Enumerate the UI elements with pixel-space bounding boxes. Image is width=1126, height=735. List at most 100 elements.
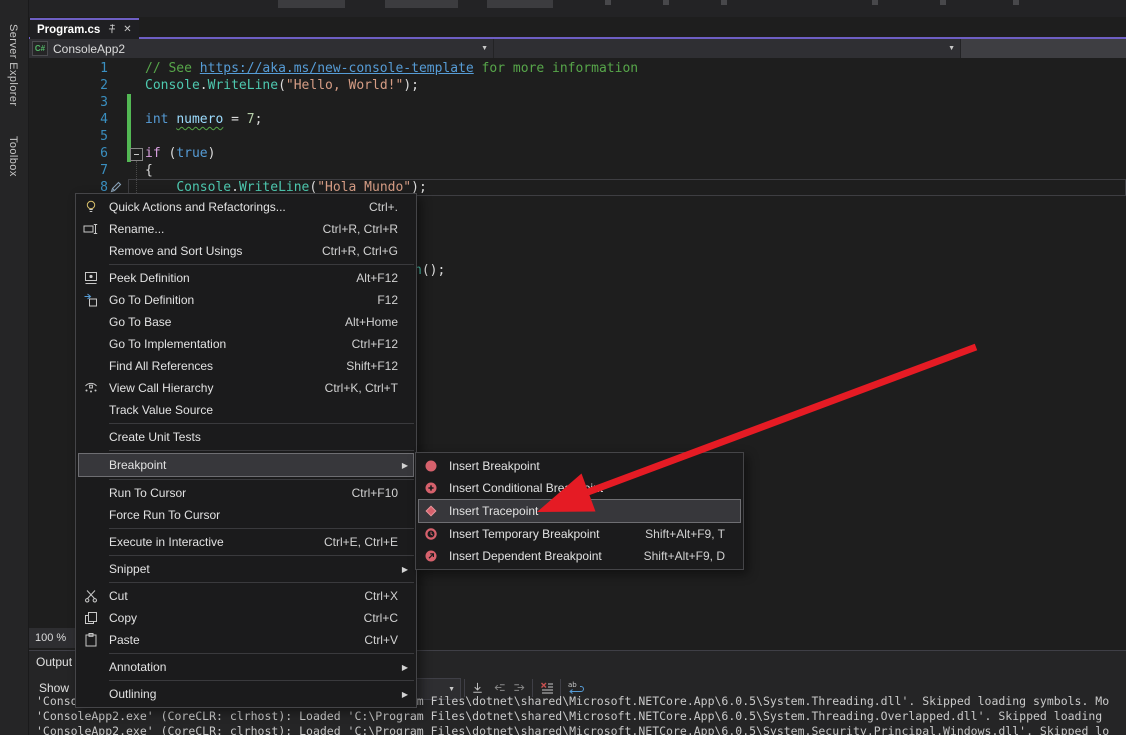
menu-item-label: Insert Temporary Breakpoint — [449, 527, 633, 541]
menu-item-shortcut: Shift+Alt+F9, D — [644, 549, 725, 563]
menu-item-track-value-source[interactable]: Track Value Source — [76, 399, 416, 421]
toolbar-remnant-tick — [872, 0, 878, 5]
pin-icon[interactable] — [106, 23, 117, 37]
svg-text:ab: ab — [568, 681, 577, 689]
menu-item-label: Insert Dependent Breakpoint — [449, 549, 632, 563]
member-dropdown[interactable] — [961, 39, 1126, 58]
menu-item-insert-tracepoint[interactable]: Insert Tracepoint — [418, 499, 741, 523]
navigation-bar: C# ConsoleApp2 ▼ ▼ — [28, 39, 1126, 58]
code-line-6[interactable]: if (true) — [145, 145, 215, 162]
menu-item-label: Paste — [109, 633, 352, 647]
menu-item-copy[interactable]: CopyCtrl+C — [76, 607, 416, 629]
menu-item-label: Go To Definition — [109, 293, 365, 307]
menu-item-label: Execute in Interactive — [109, 535, 312, 549]
menu-item-create-unit-tests[interactable]: Create Unit Tests — [76, 426, 416, 448]
code-line-2[interactable]: Console.WriteLine("Hello, World!"); — [145, 77, 419, 94]
menu-item-breakpoint[interactable]: Breakpoint▶ — [78, 453, 414, 477]
code-line-7[interactable]: { — [145, 162, 153, 179]
menu-item-label: Find All References — [109, 359, 334, 373]
menu-item-execute-in-interactive[interactable]: Execute in InteractiveCtrl+E, Ctrl+E — [76, 531, 416, 553]
menu-item-label: Insert Tracepoint — [449, 504, 713, 518]
paste-icon — [82, 632, 100, 648]
menu-item-label: Go To Implementation — [109, 337, 340, 351]
menu-separator — [109, 680, 414, 681]
menu-separator — [109, 555, 414, 556]
outlining-guide — [136, 161, 137, 193]
submenu-arrow-icon: ▶ — [398, 565, 408, 574]
output-panel-title: Output — [36, 655, 72, 669]
no-icon — [82, 659, 100, 675]
close-icon[interactable]: ✕ — [123, 25, 131, 35]
submenu-arrow-icon: ▶ — [398, 461, 408, 470]
sidebar-item-server-explorer[interactable]: Server Explorer — [7, 24, 19, 106]
output-line: 'ConsoleApp2.exe' (CoreCLR: clrhost): Lo… — [36, 709, 1126, 724]
menu-item-insert-dependent-breakpoint[interactable]: Insert Dependent Breakpoint Shift+Alt+F9,… — [416, 545, 743, 567]
menu-item-snippet[interactable]: Snippet▶ — [76, 558, 416, 580]
menu-item-insert-conditional-breakpoint[interactable]: Insert Conditional Breakpoint — [416, 477, 743, 499]
menu-item-remove-and-sort-usings[interactable]: Remove and Sort UsingsCtrl+R, Ctrl+G — [76, 240, 416, 262]
menu-item-go-to-implementation[interactable]: Go To ImplementationCtrl+F12 — [76, 333, 416, 355]
menu-item-force-run-to-cursor[interactable]: Force Run To Cursor — [76, 504, 416, 526]
submenu-arrow-icon: ▶ — [398, 663, 408, 672]
tracepoint-icon — [422, 503, 440, 519]
menu-item-label: Annotation — [109, 660, 386, 674]
menu-item-shortcut: Ctrl+F10 — [352, 486, 398, 500]
code-line-4[interactable]: int numero = 7; — [145, 111, 262, 128]
menu-item-annotation[interactable]: Annotation ▶ — [76, 656, 416, 678]
breakpoint-icon — [422, 458, 440, 474]
menu-item-label: View Call Hierarchy — [109, 381, 313, 395]
menu-item-insert-breakpoint[interactable]: Insert Breakpoint — [416, 455, 743, 477]
collapse-region-icon[interactable] — [130, 148, 143, 161]
visual-studio-window: Server Explorer Toolbox Program.cs ✕ C# … — [0, 0, 1126, 735]
menu-item-view-call-hierarchy[interactable]: View Call Hierarchy Ctrl+K, Ctrl+T — [76, 377, 416, 399]
menu-item-cut[interactable]: CutCtrl+X — [76, 585, 416, 607]
conditional-breakpoint-icon — [422, 480, 440, 496]
menu-item-go-to-base[interactable]: Go To Base Alt+Home — [76, 311, 416, 333]
dependent-breakpoint-icon — [422, 548, 440, 564]
chevron-down-icon: ▼ — [481, 45, 488, 52]
tab-program-cs[interactable]: Program.cs ✕ — [30, 18, 139, 39]
lightbulb-icon — [82, 199, 100, 215]
toolbar-remnant-box — [385, 0, 458, 8]
menu-item-peek-definition[interactable]: Peek DefinitionAlt+F12 — [76, 267, 416, 289]
menu-item-label: Rename... — [109, 222, 311, 236]
code-line-1[interactable]: // See https://aka.ms/new-console-templa… — [145, 60, 638, 77]
menu-item-shortcut: Ctrl+K, Ctrl+T — [325, 381, 398, 395]
breakpoint-submenu: Insert BreakpointInsert Conditional Brea… — [415, 452, 744, 570]
menu-item-shortcut: Ctrl+. — [369, 200, 398, 214]
no-icon — [82, 314, 100, 330]
menu-item-outlining[interactable]: Outlining▶ — [76, 683, 416, 705]
menu-item-go-to-definition[interactable]: Go To DefinitionF12 — [76, 289, 416, 311]
toolbar-remnant-tick — [663, 0, 669, 5]
go-to-definition-icon — [82, 292, 100, 308]
menu-separator — [109, 264, 414, 265]
menu-item-label: Go To Base — [109, 315, 333, 329]
menu-item-quick-actions-and-refactorings[interactable]: Quick Actions and Refactorings...Ctrl+. — [76, 196, 416, 218]
menu-item-shortcut: Ctrl+R, Ctrl+G — [322, 244, 398, 258]
menu-item-run-to-cursor[interactable]: Run To Cursor Ctrl+F10 — [76, 482, 416, 504]
menu-item-shortcut: Ctrl+X — [364, 589, 398, 603]
menu-item-shortcut: Alt+Home — [345, 315, 398, 329]
type-dropdown[interactable]: ▼ — [494, 39, 961, 58]
menu-item-shortcut: Ctrl+V — [364, 633, 398, 647]
no-icon — [82, 429, 100, 445]
no-icon — [82, 561, 100, 577]
editor-context-menu: Quick Actions and Refactorings...Ctrl+.R… — [75, 193, 417, 708]
cut-icon — [82, 588, 100, 604]
toolbar-remnant-box — [487, 0, 553, 8]
menu-item-paste[interactable]: Paste Ctrl+V — [76, 629, 416, 651]
menu-item-find-all-references[interactable]: Find All ReferencesShift+F12 — [76, 355, 416, 377]
output-line: 'ConsoleApp2.exe' (CoreCLR: clrhost): Lo… — [36, 724, 1126, 735]
project-dropdown[interactable]: C# ConsoleApp2 ▼ — [28, 39, 494, 58]
line-number: 2 — [28, 77, 108, 94]
line-number: 7 — [28, 162, 108, 179]
toolbar-remnant-tick — [605, 0, 611, 5]
menu-item-label: Run To Cursor — [109, 486, 340, 500]
menu-item-rename[interactable]: Rename...Ctrl+R, Ctrl+R — [76, 218, 416, 240]
menu-item-label: Track Value Source — [109, 403, 386, 417]
temporary-breakpoint-icon — [422, 526, 440, 542]
menu-separator — [109, 423, 414, 424]
toolbar-remnant-box — [278, 0, 345, 8]
sidebar-item-toolbox[interactable]: Toolbox — [7, 136, 19, 177]
menu-item-insert-temporary-breakpoint[interactable]: Insert Temporary BreakpointShift+Alt+F9,… — [416, 523, 743, 545]
